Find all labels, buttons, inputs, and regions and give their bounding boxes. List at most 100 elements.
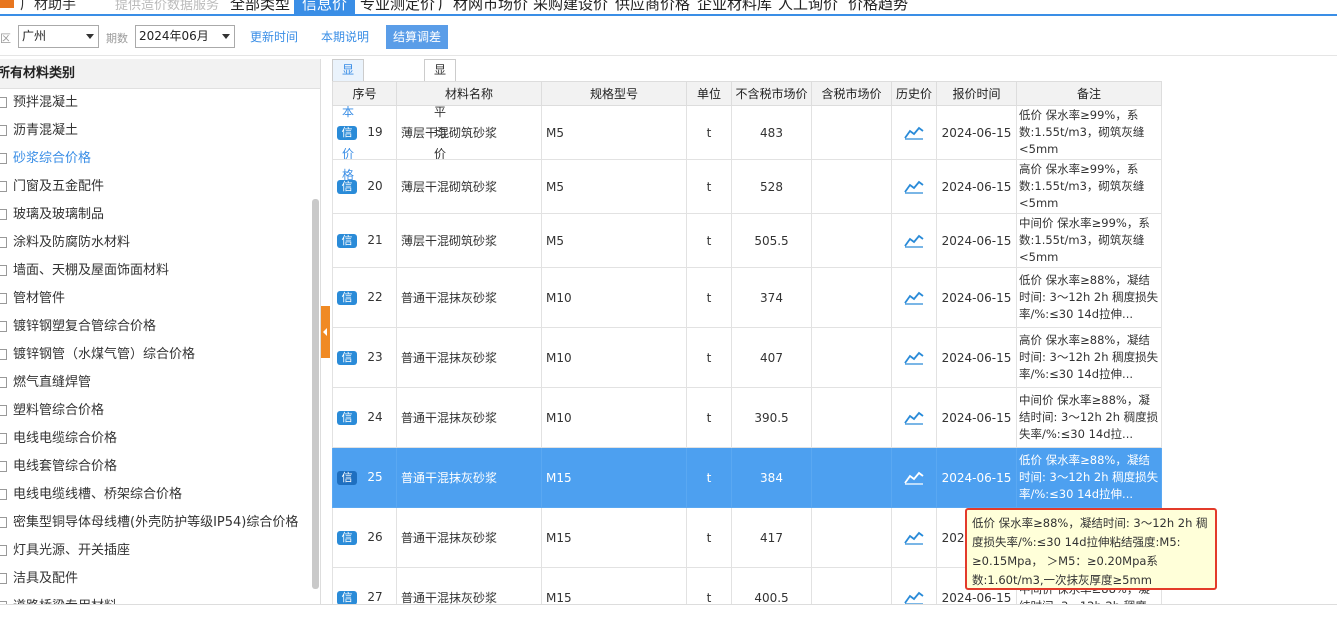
trend-chart-icon[interactable]	[904, 591, 924, 605]
tab-average-price[interactable]: 显示平均价	[424, 59, 457, 161]
cell-history[interactable]	[891, 447, 937, 508]
cell-spec: M5	[541, 159, 687, 214]
sidebar-item[interactable]: 塑料管综合价格	[0, 397, 320, 425]
sidebar-item[interactable]: 燃气直缝焊管	[0, 369, 320, 397]
cell-history[interactable]	[891, 567, 937, 605]
sidebar-item[interactable]: 灯具光源、开关插座	[0, 537, 320, 565]
sidebar-item[interactable]: 预拌混凝土	[0, 89, 320, 117]
document-icon	[0, 377, 7, 388]
row-seq: 24	[367, 410, 383, 425]
cell-note[interactable]: 低价 保水率≥99%，系数:1.55t/m3，砌筑灰缝<5mm	[1016, 105, 1162, 160]
cell-history[interactable]	[891, 387, 937, 448]
nav-all-types[interactable]: 全部类型	[230, 0, 290, 14]
trend-chart-icon[interactable]	[904, 180, 924, 194]
cell-note[interactable]: 低价 保水率≥88%，凝结时间: 3～12h 2h 稠度损失率/%:≤30 14…	[1016, 267, 1162, 328]
cell-history[interactable]	[891, 159, 937, 214]
sidebar-item[interactable]: 镀锌钢塑复合管综合价格	[0, 313, 320, 341]
sidebar-item[interactable]: 镀锌钢管（水煤气管）综合价格	[0, 341, 320, 369]
sidebar-item[interactable]: 电线电缆线槽、桥架综合价格	[0, 481, 320, 509]
info-badge: 信	[337, 530, 357, 545]
col-header-spec[interactable]: 规格型号	[541, 81, 687, 106]
col-header-seq[interactable]: 序号	[332, 81, 397, 106]
document-icon	[0, 573, 7, 584]
trend-chart-icon[interactable]	[904, 126, 924, 140]
trend-chart-icon[interactable]	[904, 234, 924, 248]
collapse-sidebar-button[interactable]	[321, 306, 330, 358]
table-row[interactable]: 信 21 薄层干混砌筑砂浆 M5 t 505.5 2024-06-15 中间价 保水率≥99%…	[332, 213, 1162, 268]
cell-note[interactable]: 高价 保水率≥99%，系数:1.55t/m3，砌筑灰缝<5mm	[1016, 159, 1162, 214]
table-row[interactable]: 信 20 薄层干混砌筑砂浆 M5 t 528 2024-06-15 高价 保水率≥99%，系数…	[332, 159, 1162, 214]
nav-professional-price[interactable]: 专业测定价	[360, 0, 435, 14]
sidebar-item-label: 玻璃及玻璃制品	[13, 207, 105, 222]
table-row[interactable]: 信 24 普通干混抹灰砂浆 M10 t 390.5 2024-06-15 中间价 保水率≥88…	[332, 387, 1162, 448]
cell-spec: M15	[541, 447, 687, 508]
info-badge: 信	[337, 125, 357, 140]
document-icon	[0, 125, 7, 136]
col-header-price[interactable]: 不含税市场价	[731, 81, 812, 106]
nav-enterprise-library[interactable]: 企业材料库	[697, 0, 772, 14]
sidebar-item[interactable]: 密集型铜导体母线槽(外壳防护等级IP54)综合价格	[0, 509, 320, 537]
trend-chart-icon[interactable]	[904, 471, 924, 485]
cell-history[interactable]	[891, 105, 937, 160]
table-row[interactable]: 信 19 薄层干混砌筑砂浆 M5 t 483 2024-06-15 低价 保水率≥99%，系数…	[332, 105, 1162, 160]
sidebar-item[interactable]: 洁具及配件	[0, 565, 320, 593]
trend-chart-icon[interactable]	[904, 291, 924, 305]
info-badge: 信	[337, 290, 357, 305]
col-header-note[interactable]: 备注	[1016, 81, 1162, 106]
cell-tax-price	[811, 567, 892, 605]
col-header-history[interactable]: 历史价	[891, 81, 937, 106]
tab-current-price[interactable]: 显示本期价格	[332, 59, 365, 182]
table-row[interactable]: 信 25 普通干混抹灰砂浆 M15 t 384 2024-06-15 低价 保水率≥88%，凝…	[332, 447, 1162, 508]
row-seq: 19	[367, 125, 383, 140]
sidebar-item[interactable]: 砂浆综合价格	[0, 145, 320, 173]
cell-history[interactable]	[891, 267, 937, 328]
nav-market-price[interactable]: 广材网市场价	[438, 0, 528, 14]
region-select[interactable]: 广州	[18, 25, 99, 48]
cell-note[interactable]: 低价 保水率≥88%，凝结时间: 3～12h 2h 稠度损失率/%:≤30 14…	[1016, 447, 1162, 508]
update-time-button[interactable]: 更新时间	[243, 25, 306, 49]
sidebar-item[interactable]: 门窗及五金配件	[0, 173, 320, 201]
cell-history[interactable]	[891, 327, 937, 388]
cell-note[interactable]: 中间价 保水率≥88%，凝结时间: 3～12h 2h 稠度损失率/%:≤30 1…	[1016, 387, 1162, 448]
col-header-tax-price[interactable]: 含税市场价	[811, 81, 892, 106]
nav-supplier-price[interactable]: 供应商价格	[615, 0, 690, 14]
cell-history[interactable]	[891, 213, 937, 268]
sidebar-item[interactable]: 涂料及防腐防水材料	[0, 229, 320, 257]
sidebar-item[interactable]: 玻璃及玻璃制品	[0, 201, 320, 229]
col-header-unit[interactable]: 单位	[686, 81, 732, 106]
sidebar-item[interactable]: 墙面、天棚及屋面饰面材料	[0, 257, 320, 285]
table-row[interactable]: 信 22 普通干混抹灰砂浆 M10 t 374 2024-06-15 低价 保水率≥88%，凝…	[332, 267, 1162, 328]
sidebar-item[interactable]: 管材管件	[0, 285, 320, 313]
cell-history[interactable]	[891, 507, 937, 568]
sidebar-item[interactable]: 沥青混凝土	[0, 117, 320, 145]
cell-note[interactable]: 高价 保水率≥88%，凝结时间: 3～12h 2h 稠度损失率/%:≤30 14…	[1016, 327, 1162, 388]
trend-chart-icon[interactable]	[904, 411, 924, 425]
info-badge: 信	[337, 350, 357, 365]
filter-toolbar: 地区 广州 期数 2024年06月 更新时间 本期说明 结算调差	[0, 18, 1337, 56]
cell-price: 505.5	[731, 213, 812, 268]
cell-seq: 信 23	[332, 327, 397, 388]
nav-labor-inquiry[interactable]: 人工询价	[778, 0, 838, 14]
trend-chart-icon[interactable]	[904, 531, 924, 545]
period-note-button[interactable]: 本期说明	[314, 25, 377, 49]
nav-purchase-price[interactable]: 采购建设价	[533, 0, 608, 14]
nav-info-price[interactable]: 信息价	[294, 0, 356, 14]
cell-note[interactable]: 中间价 保水率≥99%，系数:1.55t/m3，砌筑灰缝<5mm	[1016, 213, 1162, 268]
cell-price: 400.5	[731, 567, 812, 605]
sidebar-item[interactable]: 电线电缆综合价格	[0, 425, 320, 453]
period-select[interactable]: 2024年06月	[135, 25, 235, 48]
trend-chart-icon[interactable]	[904, 351, 924, 365]
sidebar-scrollbar[interactable]	[312, 199, 319, 589]
nav-price-trend[interactable]: 价格趋势	[848, 0, 908, 14]
document-icon	[0, 405, 7, 416]
document-icon	[0, 517, 7, 528]
col-header-date[interactable]: 报价时间	[936, 81, 1017, 106]
table-row[interactable]: 信 23 普通干混抹灰砂浆 M10 t 407 2024-06-15 高价 保水率≥88%，凝…	[332, 327, 1162, 388]
settlement-button[interactable]: 结算调差	[386, 25, 449, 49]
period-value: 2024年06月	[139, 29, 209, 43]
sidebar-item[interactable]: 电线套管综合价格	[0, 453, 320, 481]
col-header-name[interactable]: 材料名称	[396, 81, 542, 106]
horizontal-scrollbar[interactable]	[0, 604, 1337, 621]
row-seq: 27	[367, 590, 383, 605]
cell-material-name: 普通干混抹灰砂浆	[396, 267, 542, 328]
